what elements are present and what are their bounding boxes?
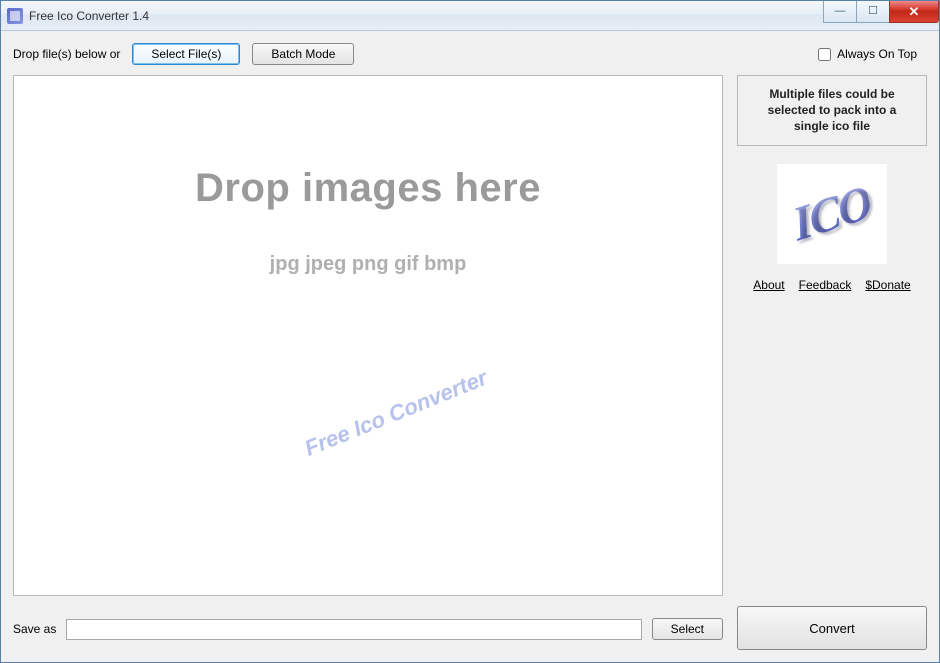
bottom-area: Save as Select Convert xyxy=(13,606,927,650)
dropzone-content: Drop images here jpg jpeg png gif bmp xyxy=(14,76,722,595)
sidebar: Multiple files could be selected to pack… xyxy=(737,75,927,596)
saveas-input[interactable] xyxy=(66,619,641,640)
tip-box: Multiple files could be selected to pack… xyxy=(737,75,927,146)
links: About Feedback $Donate xyxy=(737,278,927,292)
maximize-button[interactable]: ☐ xyxy=(856,1,890,23)
maximize-icon: ☐ xyxy=(868,6,878,17)
titlebar: Free Ico Converter 1.4 — ☐ ✕ xyxy=(1,1,939,31)
batch-mode-button[interactable]: Batch Mode xyxy=(252,43,354,65)
always-on-top-checkbox[interactable] xyxy=(818,48,831,61)
convert-column: Convert xyxy=(737,606,927,650)
minimize-button[interactable]: — xyxy=(823,1,857,23)
logo: ICO xyxy=(777,164,887,264)
window-controls: — ☐ ✕ xyxy=(824,1,939,23)
saveas-row: Save as Select xyxy=(13,618,723,650)
dropzone-title: Drop images here xyxy=(195,166,541,211)
convert-button[interactable]: Convert xyxy=(737,606,927,650)
window-title: Free Ico Converter 1.4 xyxy=(29,9,149,23)
saveas-label: Save as xyxy=(13,622,56,636)
dropzone[interactable]: Drop images here jpg jpeg png gif bmp Fr… xyxy=(13,75,723,596)
always-on-top-group: Always On Top xyxy=(818,47,927,61)
donate-link[interactable]: $Donate xyxy=(865,278,910,292)
select-files-button[interactable]: Select File(s) xyxy=(132,43,240,65)
feedback-link[interactable]: Feedback xyxy=(799,278,852,292)
close-button[interactable]: ✕ xyxy=(889,1,939,23)
close-icon: ✕ xyxy=(909,5,920,18)
window: Free Ico Converter 1.4 — ☐ ✕ Drop file(s… xyxy=(0,0,940,663)
logo-text: ICO xyxy=(789,174,876,253)
client-area: Drop file(s) below or Select File(s) Bat… xyxy=(1,31,939,662)
body-row: Drop images here jpg jpeg png gif bmp Fr… xyxy=(13,75,927,596)
about-link[interactable]: About xyxy=(753,278,784,292)
app-icon xyxy=(7,8,23,24)
select-path-button[interactable]: Select xyxy=(652,618,723,640)
drop-label: Drop file(s) below or xyxy=(13,47,120,61)
toolbar: Drop file(s) below or Select File(s) Bat… xyxy=(13,41,927,67)
dropzone-formats: jpg jpeg png gif bmp xyxy=(270,253,467,276)
always-on-top-label: Always On Top xyxy=(837,47,917,61)
minimize-icon: — xyxy=(835,6,846,17)
